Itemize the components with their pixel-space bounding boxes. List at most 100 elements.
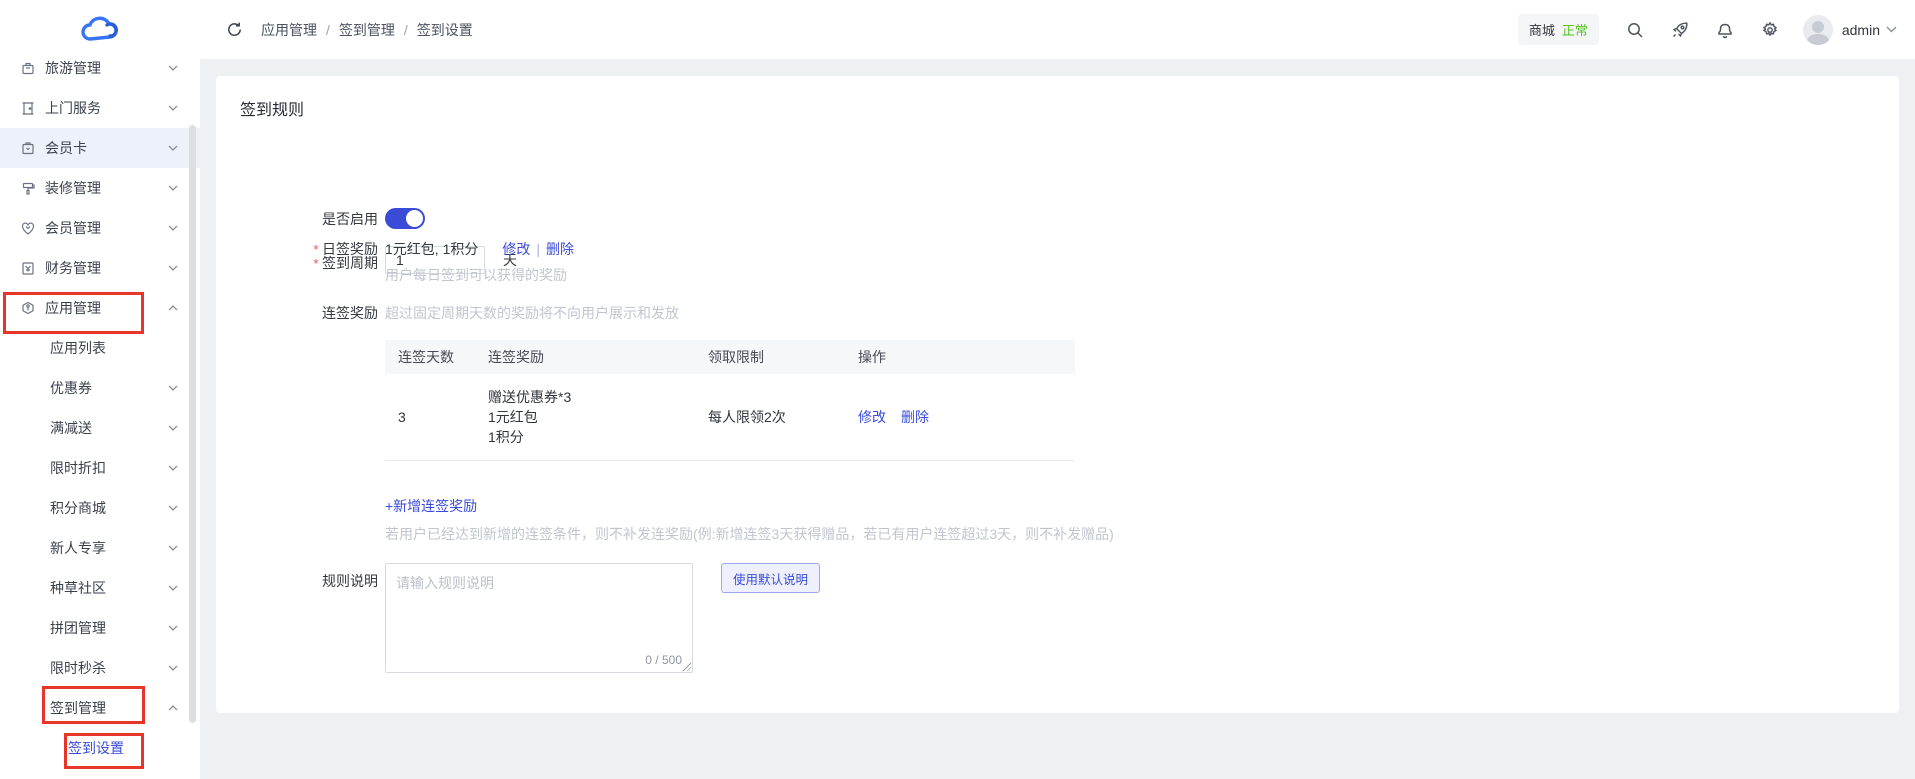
logo-area: [0, 0, 200, 60]
sidebar-item-14[interactable]: 种草社区: [0, 568, 200, 608]
sidebar-item-label: 满减送: [50, 418, 92, 438]
sidebar-item-label: 应用管理: [45, 298, 101, 318]
breadcrumb-separator: /: [404, 22, 408, 38]
sidebar-item-label: 优惠券: [50, 378, 92, 398]
search-icon[interactable]: [1626, 21, 1644, 39]
sidebar-item-label: 限时秒杀: [50, 658, 106, 678]
daily-reward-actions: 修改 | 删除: [502, 239, 574, 259]
daily-reward-help: 用户每日签到可以获得的奖励: [385, 265, 567, 285]
row-edit-link[interactable]: 修改: [858, 409, 886, 425]
sidebar-item-label: 种草社区: [50, 578, 106, 598]
sidebar-item-label: 上门服务: [45, 98, 101, 118]
sidebar-item-label: 签到设置: [68, 738, 124, 758]
sidebar-item-2[interactable]: 上门服务: [0, 88, 200, 128]
chevron-down-icon: [168, 65, 178, 71]
shop-name: 商城: [1529, 20, 1555, 39]
gear-icon[interactable]: [1761, 21, 1779, 39]
sidebar-item-13[interactable]: 新人专享: [0, 528, 200, 568]
daily-reward-value: 1元红包, 1积分: [385, 239, 478, 259]
sidebar-item-label: 积分商城: [50, 498, 106, 518]
breadcrumb-item-1[interactable]: 应用管理: [261, 20, 317, 40]
streak-reward-table: 连签天数连签奖励领取限制操作 3赠送优惠券*31元红包1积分每人限领2次修改删除: [385, 340, 1075, 461]
breadcrumb: 应用管理 / 签到管理 / 签到设置: [261, 20, 473, 40]
sidebar-item-8[interactable]: 应用列表: [0, 328, 200, 368]
sidebar-item-label: 应用列表: [50, 338, 106, 358]
sidebar-item-15[interactable]: 拼团管理: [0, 608, 200, 648]
sidebar-item-7[interactable]: 应用管理: [0, 288, 200, 328]
chevron-down-icon: [168, 225, 178, 231]
page-title: 签到规则: [240, 96, 304, 120]
member-icon: [20, 220, 36, 236]
row-delete-link[interactable]: 删除: [901, 409, 929, 425]
table-row: 3赠送优惠券*31元红包1积分每人限领2次修改删除: [385, 374, 1075, 461]
char-counter: 0 / 500: [645, 653, 682, 667]
breadcrumb-item-2[interactable]: 签到管理: [339, 20, 395, 40]
avatar[interactable]: [1803, 15, 1833, 45]
cell-rewards: 赠送优惠券*31元红包1积分: [488, 387, 708, 447]
rocket-icon[interactable]: [1671, 21, 1689, 39]
decoration-icon: [20, 180, 36, 196]
sidebar-item-5[interactable]: 会员管理: [0, 208, 200, 248]
chevron-down-icon: [168, 625, 178, 631]
finance-icon: [20, 260, 36, 276]
table-col-header-2: 连签奖励: [488, 347, 708, 367]
breadcrumb-item-3[interactable]: 签到设置: [417, 20, 473, 40]
sidebar-item-label: 会员卡: [45, 138, 87, 158]
travel-icon: [20, 60, 36, 76]
sidebar-item-10[interactable]: 满减送: [0, 408, 200, 448]
chevron-up-icon: [168, 705, 178, 711]
sidebar-item-4[interactable]: 装修管理: [0, 168, 200, 208]
bell-icon[interactable]: [1716, 21, 1734, 39]
sidebar-item-18[interactable]: 签到设置: [0, 728, 200, 768]
daily-delete-link[interactable]: 删除: [546, 241, 574, 257]
cell-limit: 每人限领2次: [708, 407, 858, 427]
action-separator: |: [536, 241, 540, 257]
chevron-down-icon: [168, 145, 178, 151]
sidebar-item-label: 新人专享: [50, 538, 106, 558]
sidebar-item-16[interactable]: 限时秒杀: [0, 648, 200, 688]
sidebar-item-3[interactable]: 会员卡: [0, 128, 200, 168]
home-service-icon: [20, 100, 36, 116]
sidebar-item-9[interactable]: 优惠券: [0, 368, 200, 408]
chevron-down-icon: [168, 265, 178, 271]
chevron-down-icon: [168, 425, 178, 431]
user-menu-chevron-down-icon[interactable]: [1886, 26, 1897, 33]
table-col-header-3: 领取限制: [708, 347, 858, 367]
add-streak-reward-link[interactable]: +新增连签奖励: [385, 496, 477, 516]
toggle-knob: [406, 210, 423, 227]
reward-line: 1积分: [488, 427, 708, 447]
header-right: 商城 正常: [1518, 14, 1897, 45]
streak-reward-label: 连签奖励: [216, 303, 378, 323]
shop-status-badge[interactable]: 商城 正常: [1518, 14, 1599, 45]
shop-status: 正常: [1562, 20, 1588, 39]
table-body: 3赠送优惠券*31元红包1积分每人限领2次修改删除: [385, 374, 1075, 461]
refresh-icon[interactable]: [226, 21, 243, 38]
daily-edit-link[interactable]: 修改: [502, 241, 530, 257]
reward-line: 1元红包: [488, 407, 708, 427]
enable-toggle[interactable]: [385, 208, 425, 229]
rule-desc-label: 规则说明: [216, 571, 378, 591]
sidebar-item-11[interactable]: 限时折扣: [0, 448, 200, 488]
rule-desc-field: 0 / 500: [385, 563, 693, 673]
signin-rules-panel: 签到规则 是否启用 签到周期 天 日签奖励 1元红包, 1积分 修改|删除 用户…: [216, 76, 1899, 713]
avatar-head: [1812, 21, 1824, 33]
cell-days: 3: [385, 409, 488, 425]
sidebar-item-6[interactable]: 财务管理: [0, 248, 200, 288]
app-icon: [20, 300, 36, 316]
enable-label: 是否启用: [216, 209, 378, 229]
daily-reward-label: 日签奖励: [216, 239, 378, 259]
chevron-down-icon: [168, 665, 178, 671]
sidebar-scrollbar-thumb[interactable]: [189, 125, 196, 723]
breadcrumb-separator: /: [326, 22, 330, 38]
sidebar-item-17[interactable]: 签到管理: [0, 688, 200, 728]
chevron-down-icon: [168, 185, 178, 191]
sidebar-item-label: 签到管理: [50, 698, 106, 718]
reward-line: 赠送优惠券*3: [488, 387, 708, 407]
sidebar-item-12[interactable]: 积分商城: [0, 488, 200, 528]
member-card-icon: [20, 140, 36, 156]
use-default-desc-button[interactable]: 使用默认说明: [721, 563, 820, 593]
chevron-down-icon: [168, 105, 178, 111]
sidebar-item-label: 限时折扣: [50, 458, 106, 478]
avatar-body: [1807, 34, 1829, 45]
sidebar-menu: 旅游管理上门服务会员卡装修管理会员管理财务管理应用管理应用列表优惠券满减送限时折…: [0, 48, 200, 768]
